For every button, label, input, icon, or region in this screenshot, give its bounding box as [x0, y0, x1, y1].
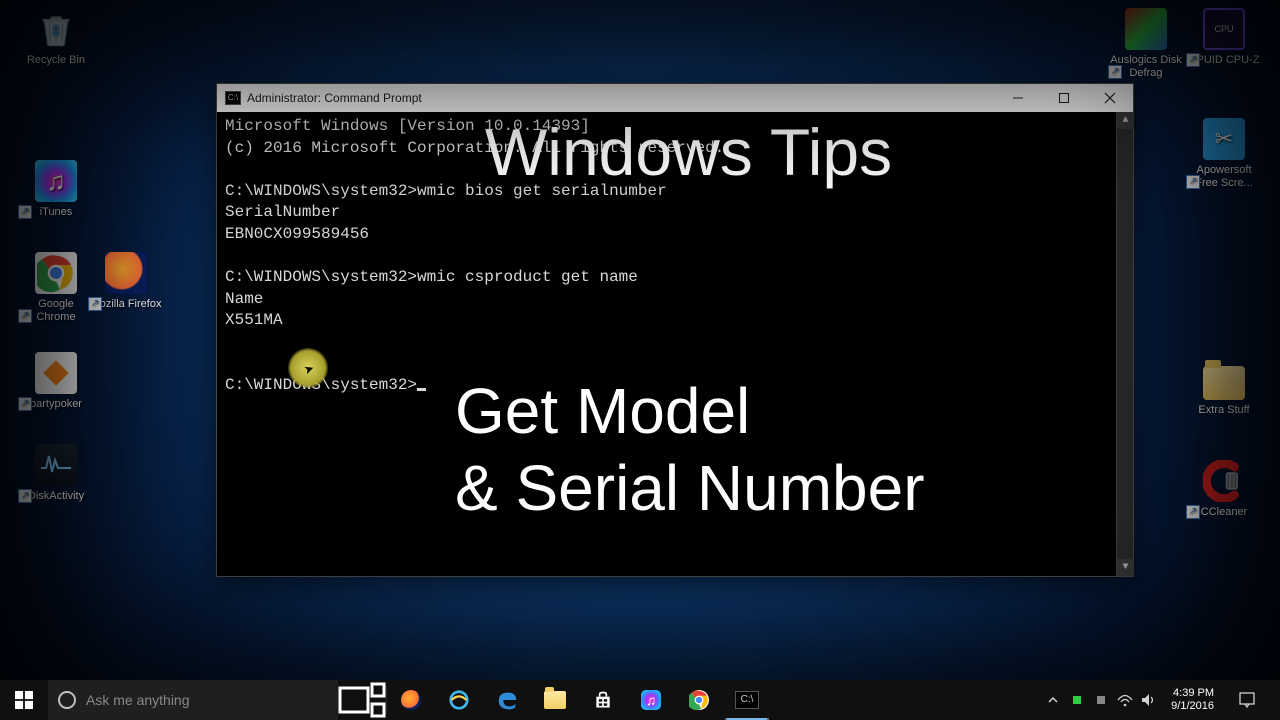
tray-app-icon[interactable] [1067, 680, 1087, 720]
cmd-line: Microsoft Windows [Version 10.0.14393] [225, 117, 590, 135]
action-center-button[interactable] [1226, 691, 1268, 709]
desktop-icon-label: Extra Stuff [1186, 404, 1262, 417]
chrome-icon [689, 690, 709, 710]
apowersoft-icon: ✂ [1203, 118, 1245, 160]
taskbar-pinned-chrome[interactable] [675, 680, 723, 720]
command-prompt-window[interactable]: C:\ Administrator: Command Prompt Micros… [216, 83, 1134, 577]
desktop-icon-diskactivity[interactable]: ↗ DiskActivity [18, 444, 94, 503]
shortcut-overlay-icon: ↗ [1186, 53, 1200, 67]
desktop-icon-auslogics[interactable]: ↗ Auslogics Disk Defrag [1108, 8, 1184, 79]
desktop-icon-recycle-bin[interactable]: Recycle Bin [18, 8, 94, 67]
search-box[interactable]: Ask me anything [48, 680, 338, 720]
desktop-icon-label: Recycle Bin [18, 54, 94, 67]
taskbar[interactable]: Ask me anything ♫ C:\ 4:39 PM 9/1/2 [0, 680, 1280, 720]
cmd-line: Name [225, 290, 263, 308]
cmd-line: (c) 2016 Microsoft Corporation. All righ… [225, 139, 724, 157]
taskbar-pinned-ie[interactable] [435, 680, 483, 720]
command-prompt-body[interactable]: Microsoft Windows [Version 10.0.14393] (… [217, 112, 1133, 576]
cmd-line: EBN0CX099589456 [225, 225, 369, 243]
cpuz-icon: CPU [1203, 8, 1245, 50]
shortcut-overlay-icon: ↗ [18, 489, 32, 503]
desktop-icon-firefox[interactable]: ↗ Mozilla Firefox [88, 252, 164, 311]
clock-date: 9/1/2016 [1171, 700, 1214, 713]
taskbar-pinned-firefox[interactable] [387, 680, 435, 720]
shortcut-overlay-icon: ↗ [1108, 65, 1122, 79]
edge-icon [496, 689, 518, 711]
itunes-icon: ♫ [35, 160, 77, 202]
itunes-icon: ♫ [641, 690, 661, 710]
file-explorer-icon [544, 691, 566, 709]
start-button[interactable] [0, 680, 48, 720]
firefox-icon [105, 252, 147, 294]
cmd-cursor [417, 388, 426, 391]
desktop-icon-chrome[interactable]: ↗ Google Chrome [18, 252, 94, 323]
chrome-icon [35, 252, 77, 294]
cmd-line: SerialNumber [225, 203, 340, 221]
ccleaner-icon [1203, 460, 1245, 502]
tray-app-icon[interactable] [1091, 680, 1111, 720]
cmd-line: C:\WINDOWS\system32>wmic csproduct get n… [225, 268, 638, 286]
taskbar-clock[interactable]: 4:39 PM 9/1/2016 [1163, 687, 1222, 713]
taskbar-pinned-edge[interactable] [483, 680, 531, 720]
taskbar-pinned-explorer[interactable] [531, 680, 579, 720]
desktop-icon-apowersoft[interactable]: ✂ ↗ Apowersoft Free Scre... [1186, 118, 1262, 189]
shortcut-overlay-icon: ↗ [18, 205, 32, 219]
partypoker-icon [35, 352, 77, 394]
tray-network-icon[interactable] [1115, 680, 1135, 720]
task-view-button[interactable] [338, 680, 386, 720]
close-button[interactable] [1087, 84, 1133, 112]
internet-explorer-icon [448, 689, 470, 711]
taskbar-running-cmd[interactable]: C:\ [723, 680, 771, 720]
scroll-down-button[interactable]: ▼ [1117, 559, 1134, 576]
shortcut-overlay-icon: ↗ [88, 297, 102, 311]
command-prompt-title: Administrator: Command Prompt [247, 91, 995, 105]
desktop-icon-cpuz[interactable]: CPU ↗ CPUID CPU-Z [1186, 8, 1262, 67]
system-tray: 4:39 PM 9/1/2016 [1043, 680, 1280, 720]
shortcut-overlay-icon: ↗ [1186, 175, 1200, 189]
search-placeholder: Ask me anything [86, 692, 190, 708]
cmd-line: C:\WINDOWS\system32>wmic bios get serial… [225, 182, 667, 200]
shortcut-overlay-icon: ↗ [18, 309, 32, 323]
minimize-button[interactable] [995, 84, 1041, 112]
desktop-icon-itunes[interactable]: ♫ ↗ iTunes [18, 160, 94, 219]
shortcut-overlay-icon: ↗ [1186, 505, 1200, 519]
folder-icon [1203, 366, 1245, 400]
cortana-icon [58, 691, 76, 709]
recycle-bin-icon [35, 8, 77, 50]
command-prompt-scrollbar[interactable]: ▲ ▼ [1116, 112, 1133, 576]
tray-overflow-button[interactable] [1043, 680, 1063, 720]
tray-volume-icon[interactable] [1139, 680, 1159, 720]
command-prompt-icon: C:\ [225, 91, 241, 105]
desktop-icon-partypoker[interactable]: ↗ partypoker [18, 352, 94, 411]
cmd-line: C:\WINDOWS\system32> [225, 376, 417, 394]
maximize-button[interactable] [1041, 84, 1087, 112]
desktop-icon-extra-stuff[interactable]: Extra Stuff [1186, 366, 1262, 417]
clock-time: 4:39 PM [1171, 687, 1214, 700]
shortcut-overlay-icon: ↗ [18, 397, 32, 411]
diskactivity-icon [35, 444, 77, 486]
taskbar-pinned-itunes[interactable]: ♫ [627, 680, 675, 720]
scroll-up-button[interactable]: ▲ [1117, 112, 1134, 129]
firefox-icon [401, 690, 421, 710]
command-prompt-icon: C:\ [735, 691, 759, 709]
desktop-icon-ccleaner[interactable]: ↗ CCleaner [1186, 460, 1262, 519]
command-prompt-titlebar[interactable]: C:\ Administrator: Command Prompt [217, 84, 1133, 112]
store-icon [593, 690, 613, 710]
taskbar-pinned-store[interactable] [579, 680, 627, 720]
auslogics-icon [1125, 8, 1167, 50]
cmd-line: X551MA [225, 311, 283, 329]
